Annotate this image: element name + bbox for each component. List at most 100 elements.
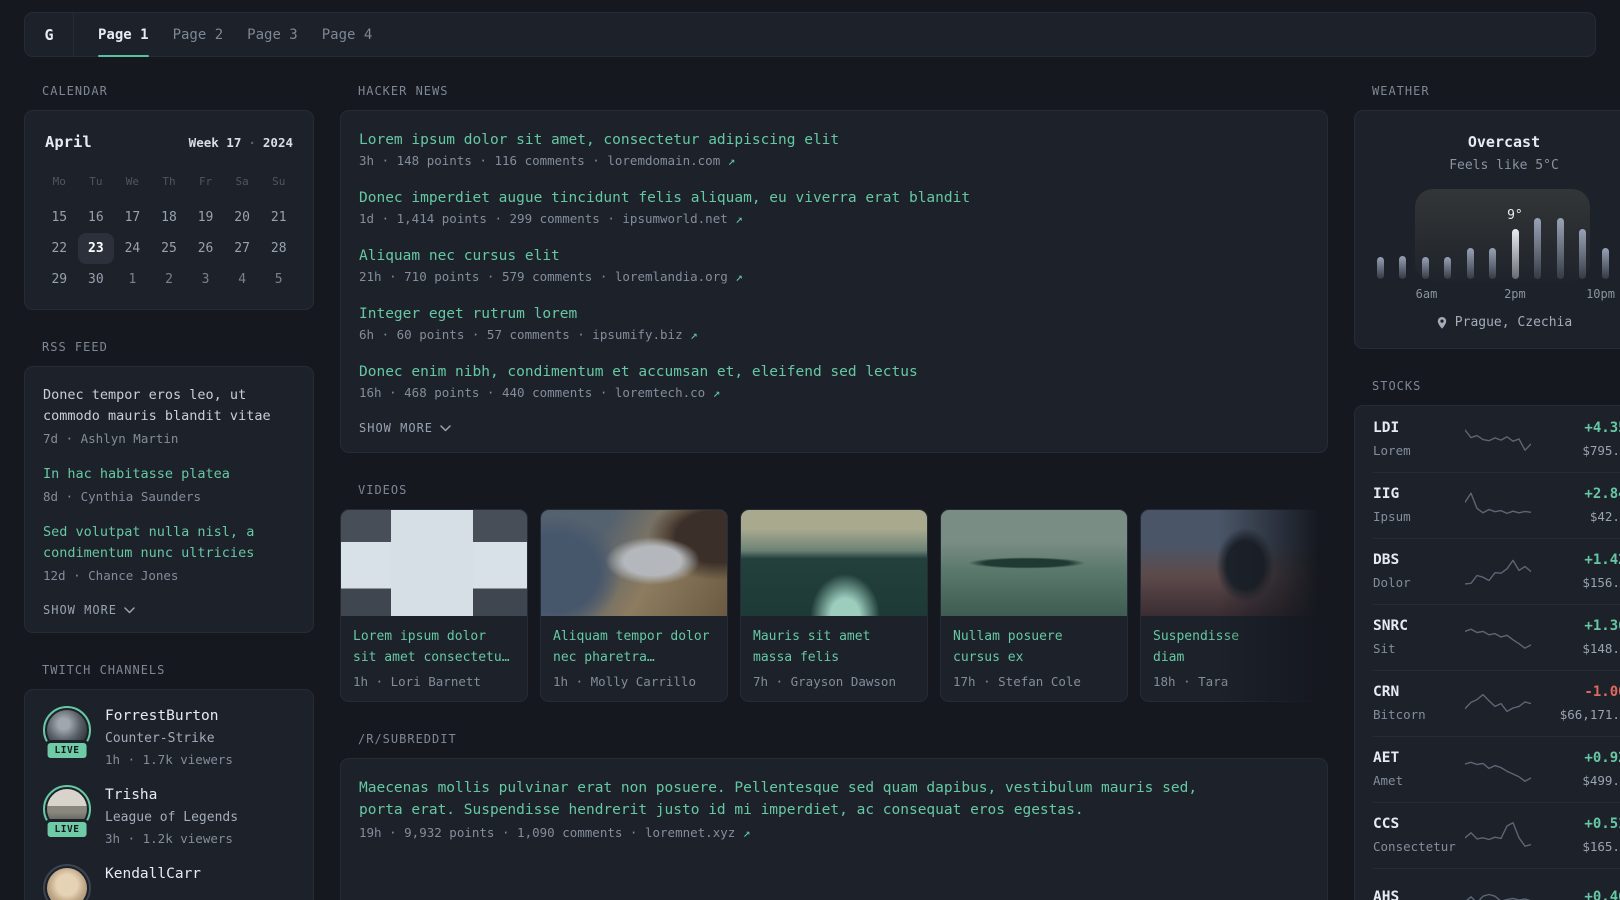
video-thumbnail — [341, 510, 527, 616]
calendar-day[interactable]: 15 — [41, 202, 78, 233]
subreddit-section-title: /R/SUBREDDIT — [358, 732, 457, 746]
twitch-widget: TWITCH CHANNELS LIVE ForrestBurton Count… — [24, 663, 314, 900]
calendar-day[interactable]: 1 — [114, 264, 151, 295]
current-temp-label: 9° — [1507, 208, 1523, 223]
calendar-day[interactable]: 5 — [260, 264, 297, 295]
story-link[interactable]: Donec imperdiet augue tincidunt felis al… — [359, 187, 1309, 209]
weekday-label: Tu — [89, 175, 103, 188]
temperature-bar — [1511, 229, 1519, 279]
stock-row[interactable]: AET Amet +0.92% $499.72 — [1373, 736, 1620, 802]
rss-item-meta: 8d · Cynthia Saunders — [43, 489, 202, 504]
temperature-bars — [1377, 215, 1620, 279]
story-meta: 6h · 60 points · 57 comments · ipsumify.… — [359, 325, 1309, 345]
temperature-bar — [1444, 257, 1452, 279]
page-tab[interactable]: Page 2 — [161, 13, 236, 56]
stock-values: +4.35% $795.18 — [1531, 419, 1620, 459]
app-logo[interactable]: G — [25, 13, 74, 56]
stock-row[interactable]: DBS Dolor +1.42% $156.28 — [1373, 538, 1620, 604]
rss-item-link[interactable]: Donec tempor eros leo, ut commodo mauris… — [43, 385, 295, 427]
calendar-day[interactable]: 30 — [78, 264, 115, 295]
video-card[interactable]: Lorem ipsum dolor sit amet consectetu… 1… — [340, 509, 528, 702]
external-link-icon[interactable]: ↗ — [743, 825, 751, 840]
channel-info: Trisha League of Legends 3h · 1.2k viewe… — [105, 785, 238, 848]
stock-row[interactable]: AHS +0.46% — [1373, 868, 1620, 900]
rss-item-link[interactable]: Sed volutpat nulla nisl, a condimentum n… — [43, 522, 295, 564]
video-card[interactable]: Mauris sit amet massa felis 7h · Grayson… — [740, 509, 928, 702]
twitch-channel[interactable]: LIVE Trisha League of Legends 3h · 1.2k … — [43, 785, 295, 848]
external-link-icon[interactable]: ↗ — [735, 269, 743, 284]
calendar-day[interactable]: 18 — [151, 202, 188, 233]
stock-change: +4.35% — [1584, 420, 1620, 436]
twitch-channel[interactable]: LIVE ForrestBurton Counter-Strike 1h · 1… — [43, 706, 295, 769]
video-title[interactable]: Nullam posuere cursus ex — [953, 626, 1115, 668]
calendar-day[interactable]: 21 — [260, 202, 297, 233]
stock-symbol: CRN — [1373, 684, 1400, 700]
hackernews-widget: HACKER NEWS Lorem ipsum dolor sit amet, … — [340, 84, 1328, 453]
page-tab[interactable]: Page 3 — [235, 13, 310, 56]
story-link[interactable]: Donec enim nibh, condimentum et accumsan… — [359, 361, 1309, 383]
calendar-day[interactable]: 28 — [260, 233, 297, 264]
rss-item-link[interactable]: In hac habitasse platea — [43, 464, 295, 485]
weekday-label: Mo — [52, 175, 66, 188]
stock-values: -1.00% $66,171.48 — [1531, 683, 1620, 723]
page-tab[interactable]: Page 1 — [86, 13, 161, 57]
story-link[interactable]: Lorem ipsum dolor sit amet, consectetur … — [359, 129, 1309, 151]
external-link-icon[interactable]: ↗ — [728, 153, 736, 168]
weekday-label: Sa — [235, 175, 249, 188]
stock-row[interactable]: CCS Consectetur +0.51% $165.84 — [1373, 802, 1620, 868]
video-card[interactable]: Aliquam tempor dolor nec pharetra… 1h · … — [540, 509, 728, 702]
video-card[interactable]: Suspendisse diam 18h · Tara — [1140, 509, 1328, 702]
external-link-icon[interactable]: ↗ — [690, 327, 698, 342]
stock-symbol: CCS — [1373, 816, 1400, 832]
temperature-bar — [1421, 257, 1429, 279]
calendar-day[interactable]: 19 — [187, 202, 224, 233]
video-title[interactable]: Suspendisse diam — [1153, 626, 1315, 668]
video-title[interactable]: Aliquam tempor dolor nec pharetra… — [553, 626, 715, 668]
middle-column: HACKER NEWS Lorem ipsum dolor sit amet, … — [340, 84, 1328, 900]
calendar-day[interactable]: 17 — [114, 202, 151, 233]
map-pin-icon — [1437, 316, 1446, 329]
hackernews-card: Lorem ipsum dolor sit amet, consectetur … — [340, 110, 1328, 453]
calendar-day[interactable]: 24 — [114, 233, 151, 264]
live-badge: LIVE — [44, 819, 90, 840]
weather-feels-like: Feels like 5°C — [1449, 158, 1559, 173]
stock-row[interactable]: SNRC Sit +1.36% $148.64 — [1373, 604, 1620, 670]
story-meta-text: 21h · 710 points · 579 comments · loreml… — [359, 269, 728, 284]
stock-row[interactable]: LDI Lorem +4.35% $795.18 — [1373, 407, 1620, 472]
hackernews-show-more-button[interactable]: SHOW MORE — [359, 421, 451, 435]
twitch-channel[interactable]: KendallCarr — [43, 864, 295, 900]
calendar-day[interactable]: 26 — [187, 233, 224, 264]
calendar-day[interactable]: 27 — [224, 233, 261, 264]
stock-sparkline — [1465, 751, 1531, 787]
calendar-day[interactable]: 25 — [151, 233, 188, 264]
story-meta: 16h · 468 points · 440 comments · loremt… — [359, 383, 1309, 403]
video-title[interactable]: Mauris sit amet massa felis — [753, 626, 915, 668]
external-link-icon[interactable]: ↗ — [735, 211, 743, 226]
calendar-day[interactable]: 22 — [41, 233, 78, 264]
calendar-day[interactable]: 3 — [187, 264, 224, 295]
calendar-day[interactable]: 29 — [41, 264, 78, 295]
stock-row[interactable]: IIG Ipsum +2.84% $42.04 — [1373, 472, 1620, 538]
calendar-day[interactable]: 2 — [151, 264, 188, 295]
story-link[interactable]: Aliquam nec cursus elit — [359, 245, 1309, 267]
calendar-day[interactable]: 20 — [224, 202, 261, 233]
stock-id: AET Amet — [1373, 749, 1465, 789]
post-link[interactable]: Maecenas mollis pulvinar erat non posuer… — [359, 777, 1229, 821]
calendar-day[interactable]: 23 — [77, 233, 115, 264]
page-tab[interactable]: Page 4 — [310, 13, 385, 56]
rss-show-more-button[interactable]: SHOW MORE — [43, 603, 135, 617]
stocks-widget: STOCKS LDI Lorem +4.3 $795. IIG Ipsum +2… — [1354, 379, 1620, 900]
calendar-week-number: Week 17 — [188, 135, 242, 150]
calendar-day[interactable]: 16 — [78, 202, 115, 233]
story-link[interactable]: Integer eget rutrum lorem — [359, 303, 1309, 325]
hackernews-item: Aliquam nec cursus elit 21h · 710 points… — [359, 245, 1309, 287]
video-card[interactable]: Nullam posuere cursus ex 17h · Stefan Co… — [940, 509, 1128, 702]
video-title[interactable]: Lorem ipsum dolor sit amet consectetu… — [353, 626, 515, 668]
stock-row[interactable]: CRN Bitcorn -1.00% $66,171.48 — [1373, 670, 1620, 736]
video-meta: 17h · Stefan Cole — [953, 674, 1081, 689]
stock-sparkline — [1465, 553, 1531, 589]
stock-name: Dolor — [1373, 575, 1411, 590]
external-link-icon[interactable]: ↗ — [713, 385, 721, 400]
calendar-day[interactable]: 4 — [224, 264, 261, 295]
stock-change: -1.00% — [1584, 684, 1620, 700]
